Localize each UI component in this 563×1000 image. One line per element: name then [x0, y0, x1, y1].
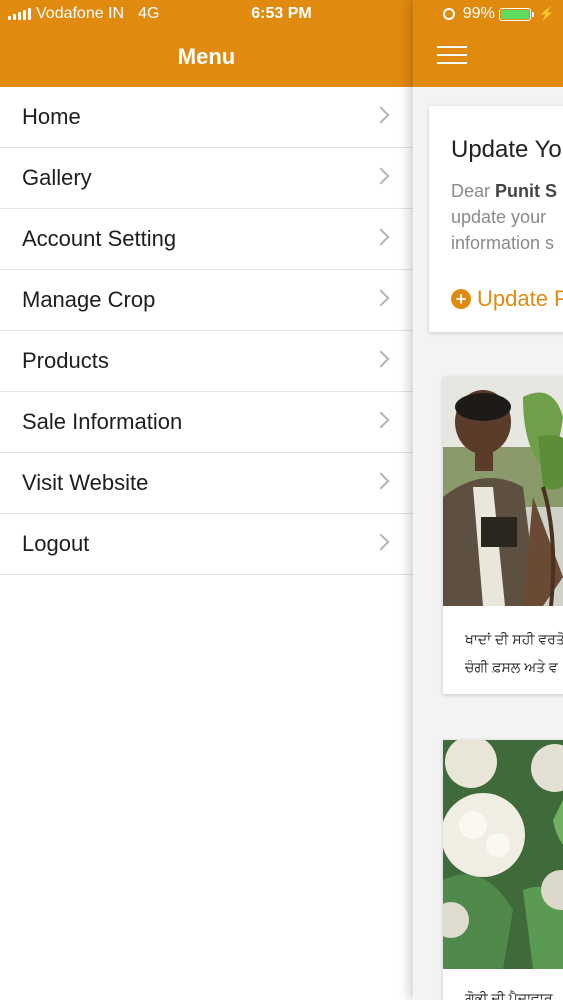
- update-profile-link[interactable]: + Update P: [451, 286, 563, 312]
- menu-item-visit-website[interactable]: Visit Website: [0, 453, 413, 514]
- battery-percent: 99%: [462, 5, 495, 22]
- chevron-right-icon: [372, 106, 390, 124]
- chevron-right-icon: [372, 289, 390, 307]
- update-profile-card: Update Yo Dear Punit S update your infor…: [429, 106, 563, 332]
- menu-list: Home Gallery Account Setting Manage Crop…: [0, 87, 413, 575]
- main-content: Update Yo Dear Punit S update your infor…: [413, 0, 563, 1000]
- status-bar: Vodafone IN 4G 6:53 PM 99% ⚡: [0, 0, 563, 28]
- menu-item-label: Manage Crop: [22, 287, 156, 312]
- menu-item-label: Gallery: [22, 165, 92, 190]
- menu-item-home[interactable]: Home: [0, 87, 413, 148]
- update-text-prefix: Dear: [451, 181, 496, 201]
- cauliflower-photo: [443, 740, 563, 969]
- chevron-right-icon: [372, 533, 390, 551]
- menu-title: Menu: [177, 44, 236, 69]
- farmer-photo: [443, 377, 563, 606]
- post-caption: ਖਾਦਾਂ ਦੀ ਸਹੀ ਵਰਤੋ ਚੰਗੀ ਫ਼ਸਲ ਅਤੇ ਵ: [465, 631, 563, 675]
- update-text-line2: update your: [451, 207, 547, 227]
- post-caption: ਗੋਭੀ ਦੀ ਪੈਦਾਵਾਰ: [465, 990, 553, 1000]
- charging-icon: ⚡: [538, 6, 555, 21]
- menu-item-label: Sale Information: [22, 409, 183, 434]
- menu-item-sale-information[interactable]: Sale Information: [0, 392, 413, 453]
- menu-item-gallery[interactable]: Gallery: [0, 148, 413, 209]
- chevron-right-icon: [372, 411, 390, 429]
- chevron-right-icon: [372, 350, 390, 368]
- menu-item-label: Visit Website: [22, 470, 149, 495]
- chevron-right-icon: [372, 167, 390, 185]
- update-card-title: Update Yo: [451, 136, 562, 163]
- hamburger-menu-icon[interactable]: [437, 46, 467, 66]
- menu-item-label: Products: [22, 348, 109, 373]
- menu-item-logout[interactable]: Logout: [0, 514, 413, 575]
- post-card[interactable]: ਗੋਭੀ ਦੀ ਪੈਦਾਵਾਰ: [443, 740, 563, 1000]
- menu-item-manage-crop[interactable]: Manage Crop: [0, 270, 413, 331]
- chevron-right-icon: [372, 472, 390, 490]
- menu-item-label: Logout: [22, 531, 90, 556]
- post-card[interactable]: ਖਾਦਾਂ ਦੀ ਸਹੀ ਵਰਤੋ ਚੰਗੀ ਫ਼ਸਲ ਅਤੇ ਵ: [443, 377, 563, 694]
- update-card-message: Dear Punit S update your information s: [451, 178, 563, 256]
- battery-icon: [498, 7, 534, 21]
- menu-item-label: Home: [22, 104, 81, 129]
- status-right: 99% ⚡: [442, 5, 555, 23]
- chevron-right-icon: [372, 228, 390, 246]
- menu-item-products[interactable]: Products: [0, 331, 413, 392]
- plus-circle-icon: +: [451, 289, 471, 309]
- menu-item-account-setting[interactable]: Account Setting: [0, 209, 413, 270]
- update-text-line3: information s: [451, 233, 555, 253]
- update-link-label: Update P: [477, 286, 563, 311]
- user-name: Punit S: [495, 181, 558, 201]
- menu-item-label: Account Setting: [22, 226, 177, 251]
- alarm-icon: [442, 8, 455, 20]
- side-menu: Menu Home Gallery Account Setting Manage…: [0, 0, 413, 1000]
